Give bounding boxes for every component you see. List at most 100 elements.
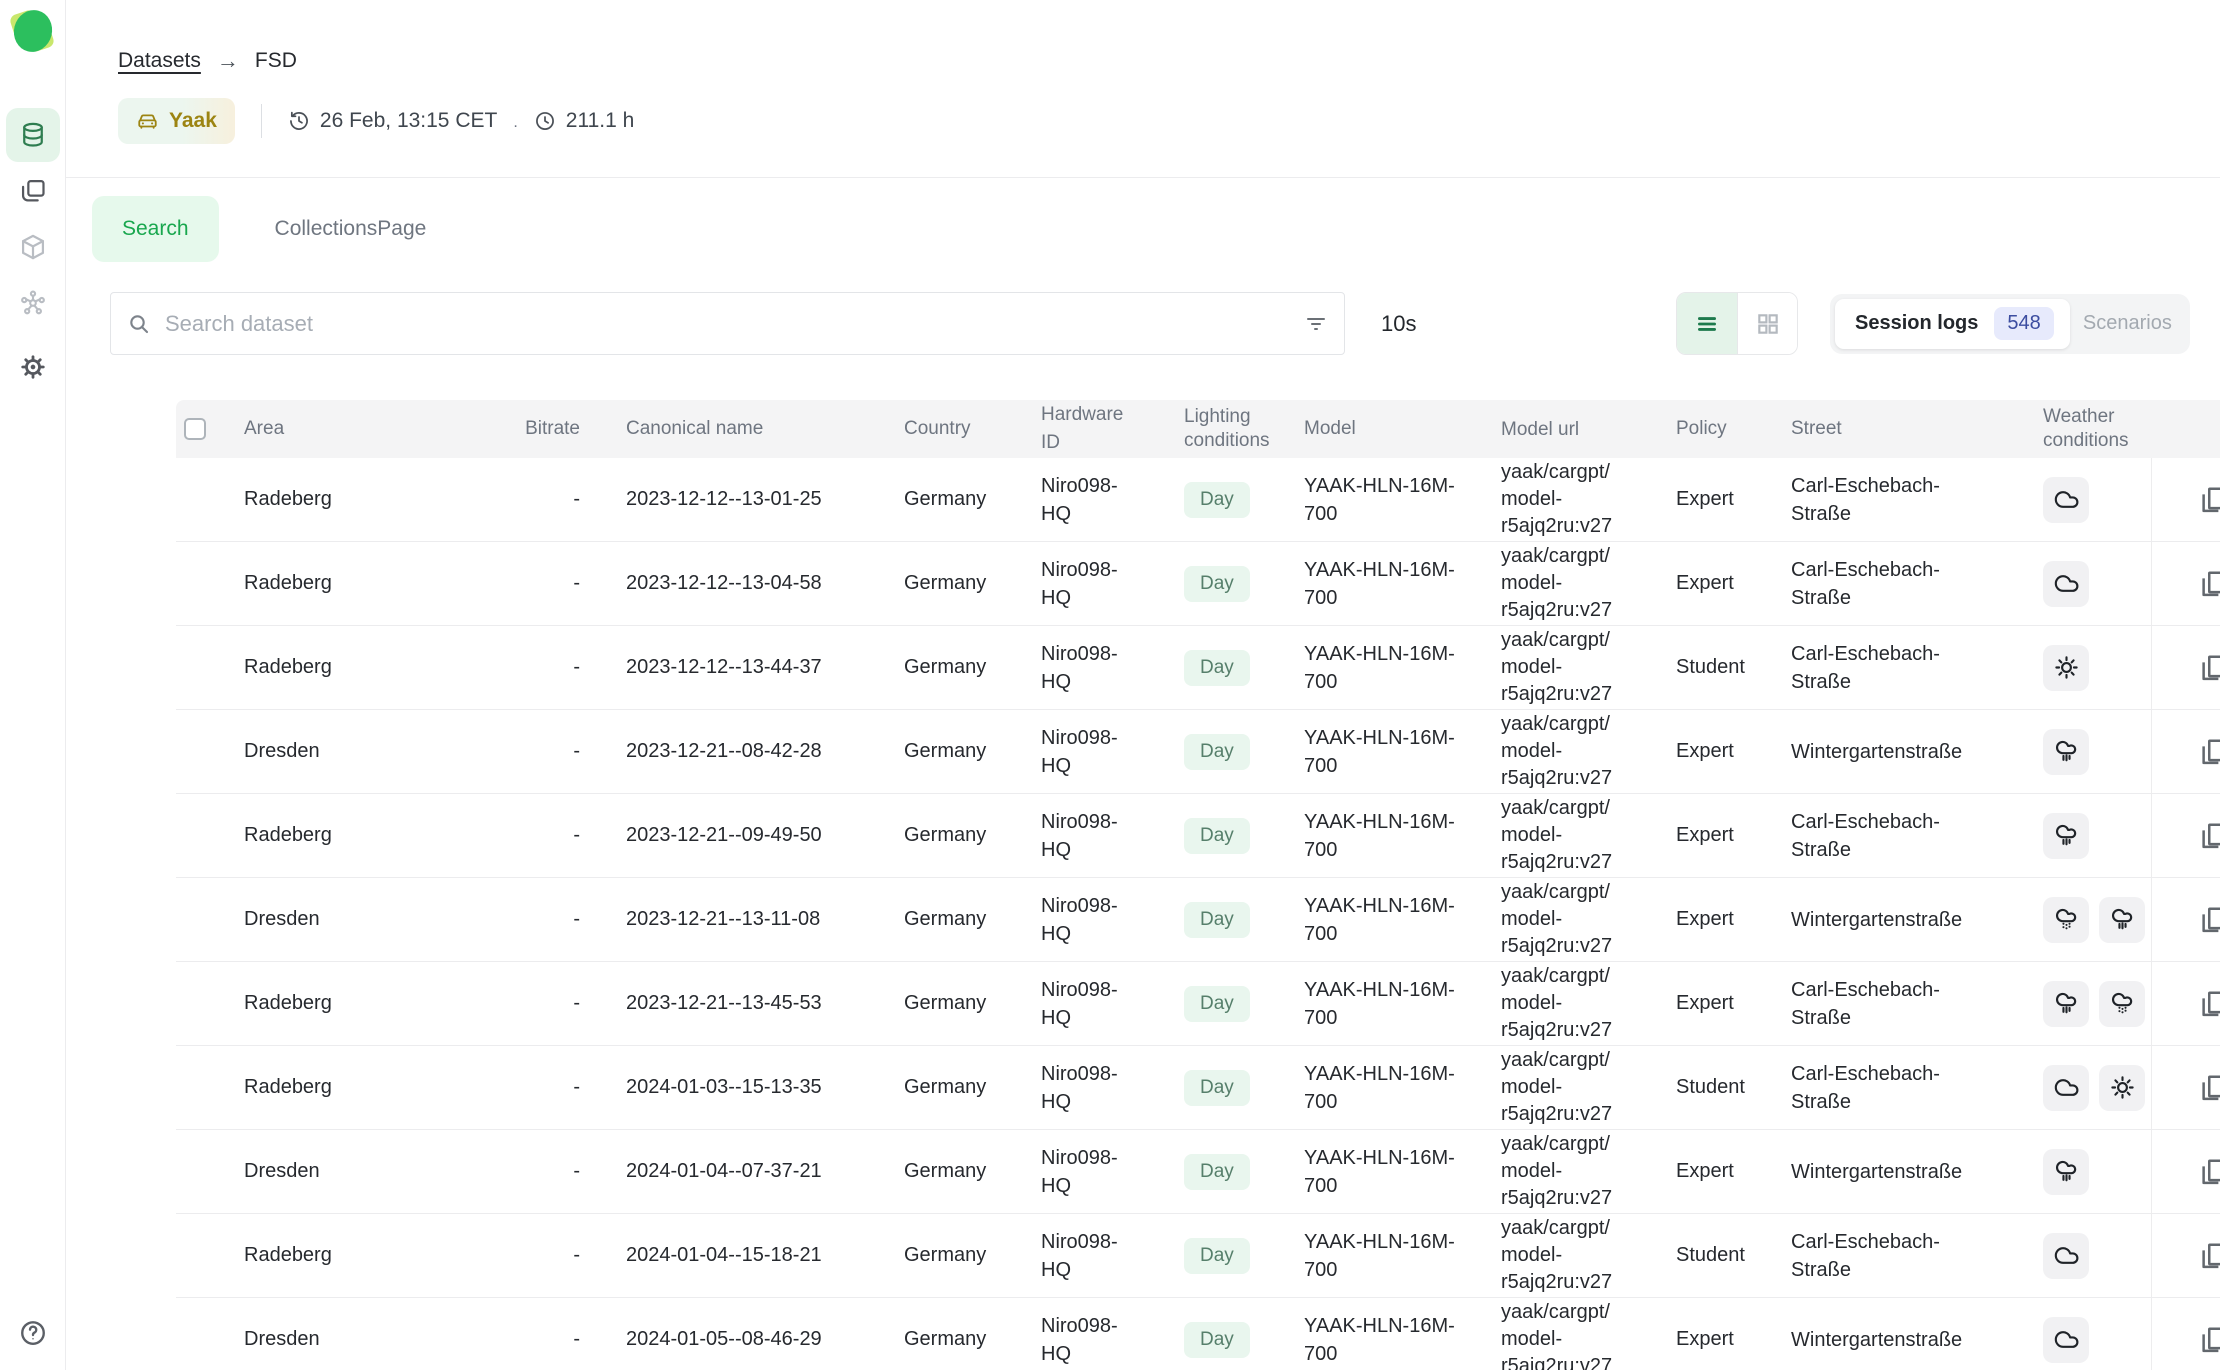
table-row[interactable]: Radeberg - 2023-12-21--09-49-50 Germany … xyxy=(176,794,2220,878)
model-url-line: model- xyxy=(1501,1158,1562,1185)
list-view-button[interactable] xyxy=(1677,293,1737,354)
breadcrumb-datasets-link[interactable]: Datasets xyxy=(118,49,201,73)
model-url-line: r5ajq2ru:v27 xyxy=(1501,1017,1612,1044)
sidebar-item-packages[interactable] xyxy=(6,220,60,274)
search-icon xyxy=(127,312,151,336)
table-row[interactable]: Radeberg - 2024-01-03--15-13-35 Germany … xyxy=(176,1046,2220,1130)
cell-lighting: Day xyxy=(1156,902,1286,938)
copy-button[interactable] xyxy=(2198,737,2220,767)
cell-actions xyxy=(2151,962,2220,1045)
cloud-icon xyxy=(2043,1065,2089,1111)
cell-hardware-id: Niro098-HQ xyxy=(1023,1228,1156,1284)
model-url-line: yaak/cargpt/ xyxy=(1501,1131,1610,1158)
cell-model: YAAK-HLN-16M-700 xyxy=(1286,892,1483,948)
cell-model-url: yaak/cargpt/model-r5ajq2ru:v27 xyxy=(1483,627,1658,708)
lighting-badge: Day xyxy=(1184,734,1250,770)
cell-policy: Expert xyxy=(1658,992,1773,1015)
search-input[interactable] xyxy=(151,311,1304,337)
header-model: Model xyxy=(1286,415,1483,443)
sidebar-item-settings[interactable] xyxy=(6,340,60,394)
app-logo[interactable] xyxy=(10,8,56,54)
cell-weather xyxy=(2013,1317,2151,1363)
cell-model: YAAK-HLN-16M-700 xyxy=(1286,1144,1483,1200)
table-row[interactable]: Radeberg - 2023-12-12--13-04-58 Germany … xyxy=(176,542,2220,626)
sidebar-item-collections[interactable] xyxy=(6,164,60,218)
copy-button[interactable] xyxy=(2198,1241,2220,1271)
model-url-line: r5ajq2ru:v27 xyxy=(1501,1185,1612,1212)
sun-icon xyxy=(2099,1065,2145,1111)
copy-button[interactable] xyxy=(2198,1157,2220,1187)
cell-area: Dresden xyxy=(226,1160,496,1183)
scenarios-toggle[interactable]: Scenarios xyxy=(2070,312,2185,335)
cell-street: Carl-Eschebach-Straße xyxy=(1773,556,2013,612)
cell-area: Radeberg xyxy=(226,488,496,511)
cell-country: Germany xyxy=(886,908,1023,931)
rain-icon xyxy=(2043,981,2089,1027)
breadcrumb: Datasets → FSD xyxy=(118,0,2220,74)
copy-button[interactable] xyxy=(2198,653,2220,683)
vehicle-badge-label: Yaak xyxy=(169,109,217,133)
model-url-line: yaak/cargpt/ xyxy=(1501,963,1610,990)
table-row[interactable]: Dresden - 2023-12-21--08-42-28 Germany N… xyxy=(176,710,2220,794)
lighting-badge: Day xyxy=(1184,1154,1250,1190)
copy-button[interactable] xyxy=(2198,569,2220,599)
copy-icon xyxy=(2198,485,2220,515)
copy-button[interactable] xyxy=(2198,905,2220,935)
session-logs-toggle[interactable]: Session logs 548 xyxy=(1835,299,2070,349)
cell-actions xyxy=(2151,1298,2220,1370)
table-body: Radeberg - 2023-12-12--13-01-25 Germany … xyxy=(176,458,2220,1370)
dataset-meta-row: Yaak 26 Feb, 13:15 CET . 211.1 h xyxy=(118,98,2220,144)
sidebar-item-datasets[interactable] xyxy=(6,108,60,162)
help-icon xyxy=(18,1318,48,1348)
model-url-line: yaak/cargpt/ xyxy=(1501,543,1610,570)
cell-policy: Student xyxy=(1658,1244,1773,1267)
table-row[interactable]: Radeberg - 2023-12-12--13-01-25 Germany … xyxy=(176,458,2220,542)
cell-lighting: Day xyxy=(1156,482,1286,518)
tab-search[interactable]: Search xyxy=(92,196,219,262)
cloud-icon xyxy=(2043,1233,2089,1279)
model-url-line: yaak/cargpt/ xyxy=(1501,459,1610,486)
help-button[interactable] xyxy=(10,1310,56,1356)
cell-policy: Expert xyxy=(1658,824,1773,847)
dot-separator: . xyxy=(513,114,517,132)
network-icon xyxy=(19,289,47,317)
cell-bitrate: - xyxy=(496,908,608,931)
cell-country: Germany xyxy=(886,1160,1023,1183)
cell-street: Carl-Eschebach-Straße xyxy=(1773,1060,2013,1116)
copy-button[interactable] xyxy=(2198,989,2220,1019)
header-street: Street xyxy=(1773,415,2013,443)
select-all-checkbox[interactable] xyxy=(184,418,206,440)
cell-lighting: Day xyxy=(1156,1070,1286,1106)
copy-button[interactable] xyxy=(2198,1325,2220,1355)
grid-view-button[interactable] xyxy=(1737,293,1797,354)
cell-actions xyxy=(2151,626,2220,709)
table-row[interactable]: Dresden - 2023-12-21--13-11-08 Germany N… xyxy=(176,878,2220,962)
sidebar-item-pipelines[interactable] xyxy=(6,276,60,330)
cell-model-url: yaak/cargpt/model-r5ajq2ru:v27 xyxy=(1483,879,1658,960)
table-row[interactable]: Dresden - 2024-01-04--07-37-21 Germany N… xyxy=(176,1130,2220,1214)
copy-button[interactable] xyxy=(2198,485,2220,515)
duration-filter[interactable]: 10s xyxy=(1381,311,1416,337)
total-duration-label: 211.1 h xyxy=(566,109,635,133)
cell-canonical-name: 2023-12-21--13-45-53 xyxy=(608,992,886,1015)
tab-collections-page[interactable]: CollectionsPage xyxy=(245,196,457,262)
cell-weather xyxy=(2013,477,2151,523)
table-row[interactable]: Radeberg - 2024-01-04--15-18-21 Germany … xyxy=(176,1214,2220,1298)
cell-weather xyxy=(2013,561,2151,607)
copy-button[interactable] xyxy=(2198,821,2220,851)
log-type-segment: Session logs 548 Scenarios xyxy=(1830,294,2190,354)
table-row[interactable]: Dresden - 2024-01-05--08-46-29 Germany N… xyxy=(176,1298,2220,1370)
cloud-icon xyxy=(2043,1317,2089,1363)
copy-button[interactable] xyxy=(2198,1073,2220,1103)
cell-hardware-id: Niro098-HQ xyxy=(1023,472,1156,528)
table-row[interactable]: Radeberg - 2023-12-12--13-44-37 Germany … xyxy=(176,626,2220,710)
table-row[interactable]: Radeberg - 2023-12-21--13-45-53 Germany … xyxy=(176,962,2220,1046)
filter-button[interactable] xyxy=(1304,312,1328,336)
cell-street: Wintergartenstraße xyxy=(1773,1326,2013,1354)
database-icon xyxy=(19,121,47,149)
cell-model-url: yaak/cargpt/model-r5ajq2ru:v27 xyxy=(1483,963,1658,1044)
model-url-line: yaak/cargpt/ xyxy=(1501,711,1610,738)
vehicle-badge[interactable]: Yaak xyxy=(118,98,235,144)
cell-country: Germany xyxy=(886,824,1023,847)
cell-hardware-id: Niro098-HQ xyxy=(1023,1060,1156,1116)
